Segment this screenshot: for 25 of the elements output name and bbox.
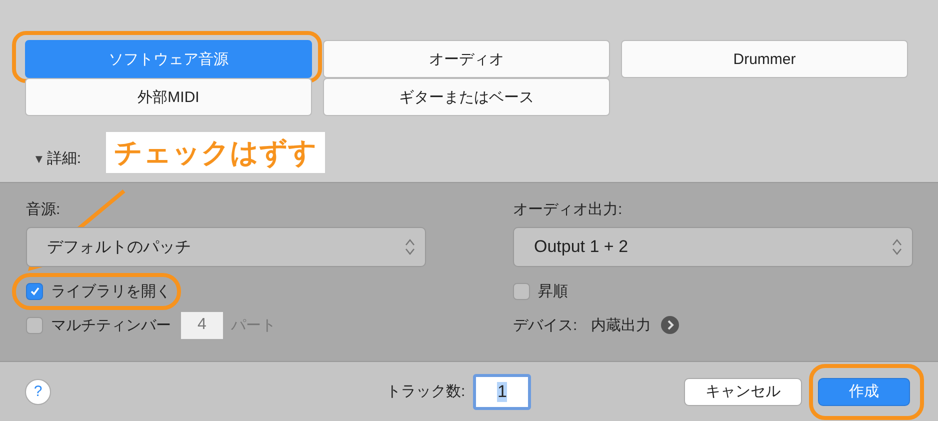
checkbox-label: マルチティンバー	[51, 316, 171, 334]
audio-output-popup[interactable]: Output 1 + 2	[513, 227, 913, 267]
instrument-label: 音源:	[26, 200, 60, 219]
device-value: 内蔵出力	[591, 316, 652, 334]
track-type-button[interactable]: オーディオ	[323, 40, 610, 78]
checkbox-label: 昇順	[538, 282, 568, 300]
checkbox[interactable]	[26, 282, 43, 300]
track-type-button[interactable]: Drummer	[621, 40, 908, 78]
dialog-button[interactable]: キャンセル	[684, 378, 802, 406]
checkmark-icon	[28, 285, 40, 297]
audio-output-label: オーディオ出力:	[513, 200, 622, 219]
track-count-label: トラック数:	[386, 382, 466, 401]
instrument-popup[interactable]: デフォルトのパッチ	[26, 227, 426, 267]
arrow-right-icon[interactable]	[661, 316, 680, 334]
device-label: デバイス:	[513, 316, 578, 334]
details-label: 詳細:	[46, 149, 82, 168]
disclosure-triangle[interactable]: ▼	[33, 152, 45, 166]
chevron-up-down-icon	[405, 238, 415, 256]
checkbox-label: ライブラリを開く	[51, 282, 171, 300]
callout-label: チェックはずす	[106, 132, 325, 173]
track-type-button[interactable]: ギターまたはベース	[323, 78, 610, 116]
track-type-button[interactable]: 外部MIDI	[25, 78, 312, 116]
track-count-field[interactable]: 1	[473, 374, 532, 410]
checkbox[interactable]	[513, 282, 530, 300]
chevron-up-down-icon	[892, 238, 902, 256]
